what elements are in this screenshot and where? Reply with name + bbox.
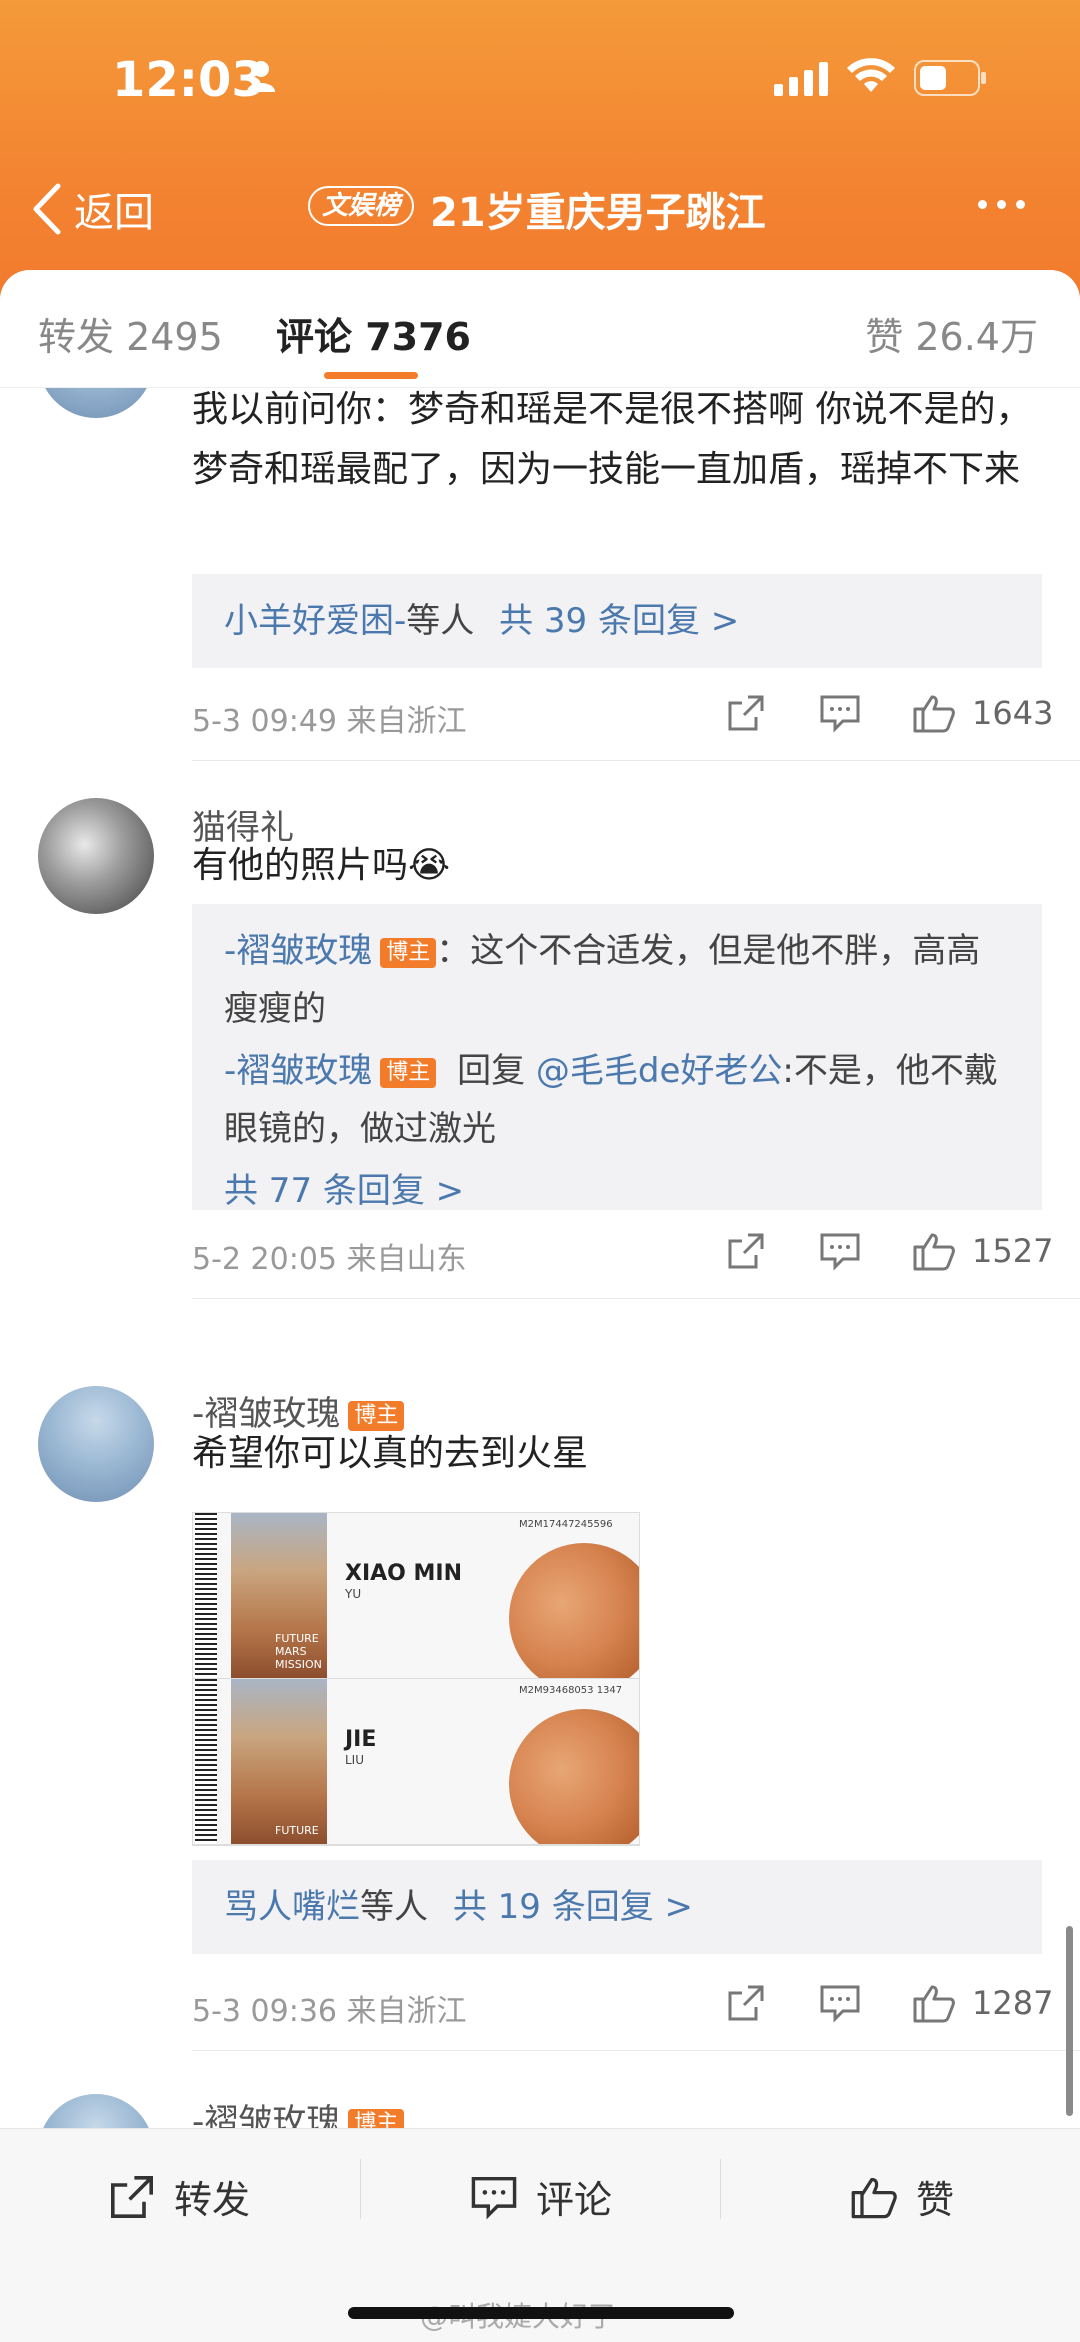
comment-text: 我以前问你：梦奇和瑶是不是很不搭啊 你说不是的，梦奇和瑶最配了，因为一技能一直加… — [192, 389, 1032, 490]
reply-summary[interactable]: 骂人嘴烂等人 共 19 条回复 > — [192, 1860, 1042, 1954]
share-icon — [111, 2175, 153, 2218]
bottom-toolbar: 转发 评论 赞 @叫我婕大好了 — [0, 2128, 1080, 2342]
ticket-card: FUTURE MARS MISSION M2M17447245596 XIAO … — [193, 1513, 639, 1679]
reply-user-link[interactable]: 小羊好爱困- — [224, 601, 406, 641]
like-button[interactable]: 赞 — [850, 2169, 954, 2224]
back-button[interactable]: 返回 — [30, 180, 154, 238]
tab-comment[interactable]: 评论 7376 — [276, 306, 471, 361]
like-count: 1287 — [972, 1984, 1054, 2022]
reply-line: -褶皱玫瑰 博主 ：这个不合适发，但是他不胖，高高瘦瘦的 — [224, 922, 1010, 1038]
repost-label: 转发 — [174, 2178, 251, 2222]
comment-actions: 1527 — [716, 1226, 1053, 1276]
signal-icon — [774, 62, 828, 96]
reply-box[interactable]: -褶皱玫瑰 博主 ：这个不合适发，但是他不胖，高高瘦瘦的 -褶皱玫瑰 博主 回复 @毛… — [192, 904, 1042, 1211]
nav-bar: 返回 文娱榜 21岁重庆男子跳江 — [0, 160, 1080, 250]
like-label: 赞 — [916, 2178, 955, 2222]
divider — [192, 1298, 1080, 1299]
avatar[interactable] — [38, 1386, 154, 1502]
comment-actions: 1643 — [716, 688, 1053, 738]
person-icon — [247, 61, 275, 92]
topic-title: 21岁重庆男子跳江 — [430, 190, 766, 236]
avatar[interactable] — [38, 2094, 154, 2130]
reply-line: -褶皱玫瑰 博主 回复 @毛毛de好老公:不是，他不戴眼镜的，做过激光 — [224, 1042, 1010, 1158]
like-count: 1643 — [972, 694, 1054, 732]
share-icon[interactable] — [716, 688, 776, 738]
reply-count-link[interactable]: 共 19 条回复 > — [453, 1887, 693, 1927]
status-time: 12:03 — [112, 52, 265, 108]
comment-icon[interactable] — [810, 1978, 870, 2028]
comment-label: 评论 — [536, 2178, 613, 2222]
like-icon[interactable] — [904, 1226, 964, 1276]
back-label: 返回 — [74, 190, 154, 236]
scrollbar[interactable] — [1066, 1926, 1073, 2116]
comment-text: 有他的照片吗😭 — [192, 845, 451, 886]
reply-user-link[interactable]: -褶皱玫瑰 — [224, 931, 372, 971]
status-bar: 12:03 — [0, 0, 1080, 150]
comment-meta: 5-2 20:05 来自山东 — [192, 1242, 467, 1277]
mention-link[interactable]: @毛毛de好老公 — [536, 1051, 783, 1091]
comment-text: 希望你可以真的去到火星 — [192, 1433, 589, 1474]
reply-count-link[interactable]: 共 39 条回复 > — [499, 601, 739, 641]
comment-meta: 5-3 09:49 来自浙江 — [192, 704, 467, 739]
comment-username[interactable]: -褶皱玫瑰 博主 — [192, 2094, 405, 2130]
tab-repost[interactable]: 转发 2495 — [38, 306, 223, 361]
tab-bar: 转发 2495 评论 7376 赞 26.4万 — [0, 270, 1080, 388]
like-icon[interactable] — [904, 1978, 964, 2028]
like-count: 1527 — [972, 1232, 1054, 1270]
comment-icon[interactable] — [810, 688, 870, 738]
comment-actions: 1287 — [716, 1978, 1053, 2028]
comment-meta: 5-3 09:36 来自浙江 — [192, 1994, 467, 2029]
reply-count-link[interactable]: 共 77 条回复 > — [224, 1162, 1010, 1220]
wifi-icon — [847, 58, 895, 92]
chevron-left-icon — [33, 183, 61, 235]
comment-button[interactable]: 评论 — [470, 2169, 612, 2224]
comments-card: 转发 2495 评论 7376 赞 26.4万 我以前问你：梦奇和瑶是不是很不搭… — [0, 270, 1080, 2130]
reply-suffix: 等人 — [406, 601, 475, 641]
reply-user-link[interactable]: 骂人嘴烂 — [224, 1887, 360, 1927]
tab-active-indicator — [324, 372, 418, 379]
divider — [192, 760, 1080, 761]
avatar[interactable] — [38, 798, 154, 914]
repost-button[interactable]: 转发 — [108, 2169, 250, 2224]
home-indicator[interactable] — [348, 2307, 734, 2319]
blogger-tag: 博主 — [348, 2108, 405, 2130]
share-icon[interactable] — [716, 1978, 776, 2028]
reply-suffix: 等人 — [360, 1887, 428, 1927]
more-icon[interactable] — [978, 200, 1025, 209]
reply-word: 回复 — [457, 1051, 526, 1091]
comment-icon — [471, 2176, 517, 2219]
divider — [192, 2050, 1080, 2051]
blogger-tag: 博主 — [380, 1057, 437, 1088]
battery-icon — [914, 60, 986, 96]
reply-summary[interactable]: 小羊好爱困-等人 共 39 条回复 > — [192, 574, 1042, 668]
header: 12:03 返回 文娱榜 21岁重庆男子跳江 — [0, 0, 1080, 300]
comment-icon[interactable] — [810, 1226, 870, 1276]
topic-badge: 文娱榜 — [308, 186, 415, 226]
tab-like[interactable]: 赞 26.4万 — [865, 306, 1038, 361]
share-icon[interactable] — [716, 1226, 776, 1276]
like-icon[interactable] — [904, 688, 964, 738]
ticket-card: FUTURE M2M93468053 1347 JIE LIU — [193, 1679, 639, 1845]
like-icon — [851, 2177, 897, 2218]
blogger-tag: 博主 — [380, 937, 437, 968]
ticket-image[interactable]: FUTURE MARS MISSION M2M17447245596 XIAO … — [192, 1512, 640, 1846]
reply-user-link[interactable]: -褶皱玫瑰 — [224, 1051, 372, 1091]
